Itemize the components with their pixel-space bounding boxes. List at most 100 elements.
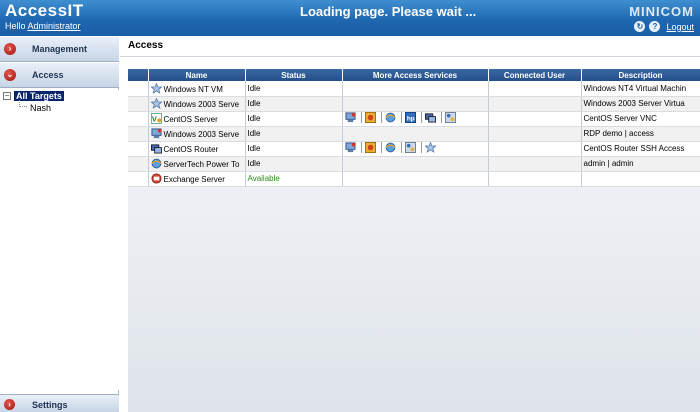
target-status: Available (245, 171, 343, 187)
target-description: CentOS Server VNC (581, 111, 700, 127)
management-label: Management (32, 44, 88, 54)
target-name-cell[interactable]: Windows 2003 Serve (148, 96, 246, 112)
column-header-description[interactable]: Description (581, 69, 700, 81)
help-icon[interactable]: ? (649, 21, 661, 32)
table-row[interactable]: V CentOS Server Idle hp CentOS Server VNC (128, 111, 700, 127)
table-header-row: Name Status More Access Services Connect… (128, 69, 700, 81)
hp-icon[interactable]: hp (404, 112, 416, 123)
web-icon[interactable] (384, 142, 396, 153)
network-icon[interactable] (404, 142, 416, 153)
column-header-services[interactable]: More Access Services (342, 69, 489, 81)
target-status: Idle (245, 126, 343, 142)
target-description: admin | admin (581, 156, 700, 172)
target-name[interactable]: Exchange Server (164, 175, 225, 184)
row-select-cell[interactable] (128, 141, 149, 157)
web-icon[interactable] (150, 158, 162, 169)
row-select-cell[interactable] (128, 156, 149, 172)
target-name-cell[interactable]: Exchange Server (148, 171, 246, 187)
ssh-icon[interactable] (424, 112, 436, 123)
star-icon[interactable] (149, 82, 163, 94)
target-name[interactable]: Windows NT VM (164, 85, 223, 94)
target-status: Idle (245, 156, 343, 172)
rdp-icon[interactable] (344, 112, 356, 123)
row-select-cell[interactable] (128, 126, 149, 142)
target-name[interactable]: CentOS Router (164, 145, 219, 154)
expand-arrow-icon: › (4, 399, 15, 410)
access-services-cell (342, 96, 489, 112)
table-row[interactable]: Windows 2003 Serve Idle Windows 2003 Serve… (128, 96, 700, 112)
row-select-cell[interactable] (128, 96, 149, 112)
access-services-cell: hp (342, 111, 489, 127)
network-icon[interactable] (444, 112, 456, 123)
tree-item-nash[interactable]: Nash (30, 103, 51, 113)
app-header: AccessIT Hello Administrator Loading pag… (0, 0, 700, 36)
column-header-name[interactable]: Name (148, 69, 246, 81)
table-row[interactable]: Windows 2003 Serve Idle RDP demo | access (128, 126, 700, 142)
title-divider (120, 56, 700, 57)
column-header-blank (128, 69, 149, 81)
table-row[interactable]: Exchange Server Available (128, 171, 700, 187)
settings-button[interactable]: › Settings (0, 394, 119, 412)
target-name[interactable]: ServerTech Power To (164, 160, 240, 169)
table-row[interactable]: Windows NT VM Idle Windows NT4 Virtual Mac… (128, 81, 700, 97)
logo-text: MINICOM (629, 4, 694, 19)
browser-icon[interactable] (364, 142, 376, 153)
vnc-icon[interactable]: V (150, 113, 162, 124)
settings-label: Settings (32, 400, 68, 410)
target-name-cell[interactable]: CentOS Router (148, 141, 246, 157)
tree-connector (19, 100, 27, 107)
web-icon[interactable] (384, 112, 396, 123)
target-name[interactable]: Windows 2003 Serve (164, 100, 240, 109)
target-name-cell[interactable]: Windows NT VM (148, 81, 246, 97)
access-button[interactable]: ⌄ Access (0, 62, 119, 88)
access-services-cell (342, 141, 489, 157)
user-link[interactable]: Administrator (28, 21, 81, 31)
browser-icon[interactable] (364, 112, 376, 123)
exchange-icon[interactable] (150, 173, 162, 184)
connected-user (488, 156, 582, 172)
svg-text:hp: hp (406, 115, 414, 122)
service-separator (360, 142, 362, 153)
connected-user (488, 126, 582, 142)
collapse-node-icon[interactable]: − (3, 92, 11, 100)
loading-message: Loading page. Please wait ... (300, 4, 477, 19)
column-header-status[interactable]: Status (245, 69, 343, 81)
target-description: Windows NT4 Virtual Machin (581, 81, 700, 97)
service-separator (400, 112, 402, 123)
access-services-cell (342, 156, 489, 172)
star-icon[interactable] (149, 97, 163, 109)
rdp-icon[interactable] (150, 128, 162, 139)
sidebar: › Management ⌄ Access − All Targets Nash… (0, 36, 119, 412)
main-content: Access Name Status More Access Services … (120, 36, 700, 412)
connected-user (488, 111, 582, 127)
tree-root[interactable]: − All Targets (3, 91, 64, 101)
target-name[interactable]: Windows 2003 Serve (164, 130, 240, 139)
target-name-cell[interactable]: Windows 2003 Serve (148, 126, 246, 142)
rdp-icon[interactable] (344, 142, 356, 153)
star-icon[interactable] (423, 141, 437, 153)
target-status: Idle (245, 111, 343, 127)
ssh-icon[interactable] (150, 143, 162, 154)
target-status: Idle (245, 141, 343, 157)
table-row[interactable]: ServerTech Power To Idle admin | admin (128, 156, 700, 172)
connected-user (488, 81, 582, 97)
target-tree: − All Targets Nash (0, 90, 119, 390)
target-name[interactable]: CentOS Server (164, 115, 218, 124)
table-row[interactable]: CentOS Router Idle CentOS Router SSH Acces… (128, 141, 700, 157)
collapse-arrow-icon: ⌄ (4, 69, 16, 81)
access-services-cell (342, 126, 489, 142)
target-name-cell[interactable]: ServerTech Power To (148, 156, 246, 172)
refresh-icon[interactable]: ↻ (634, 21, 646, 32)
minicom-logo: MINICOM (629, 4, 694, 19)
app-title: AccessIT (5, 1, 84, 20)
management-button[interactable]: › Management (0, 36, 119, 62)
row-select-cell[interactable] (128, 111, 149, 127)
row-select-cell[interactable] (128, 81, 149, 97)
logout-link[interactable]: Logout (666, 22, 694, 32)
service-separator (420, 142, 422, 153)
connected-user (488, 141, 582, 157)
access-panel: Name Status More Access Services Connect… (128, 69, 700, 412)
target-name-cell[interactable]: V CentOS Server (148, 111, 246, 127)
column-header-connected-user[interactable]: Connected User (488, 69, 582, 81)
row-select-cell[interactable] (128, 171, 149, 187)
